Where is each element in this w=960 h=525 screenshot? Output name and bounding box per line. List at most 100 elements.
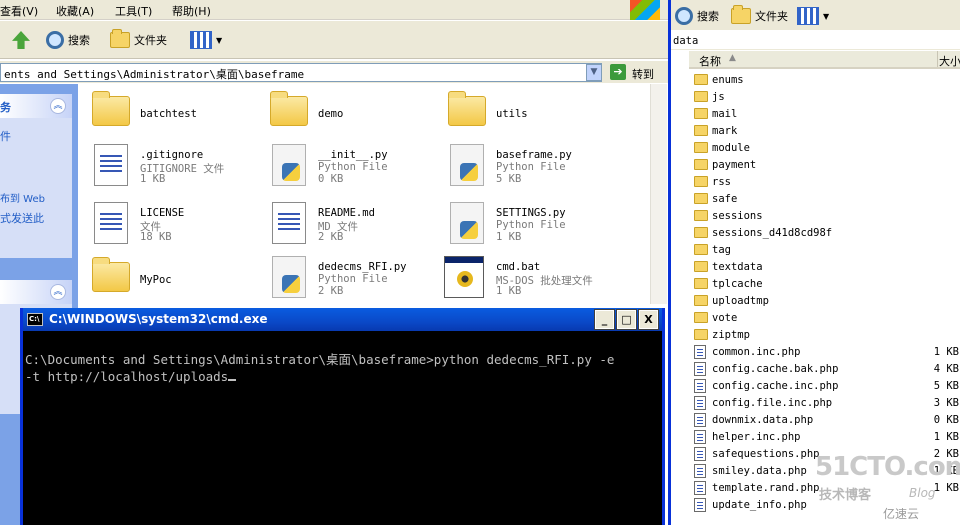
right-address-input[interactable]: data	[671, 32, 960, 50]
right-toolbar: 搜索 文件夹 ▼	[671, 0, 960, 30]
views-button[interactable]: ▼	[190, 29, 222, 51]
list-item[interactable]: sessions_d41d8cd98f	[689, 225, 960, 242]
folder-icon	[694, 295, 708, 306]
cmd-title-bar[interactable]: C:\ C:\WINDOWS\system32\cmd.exe _ □ X	[23, 308, 662, 331]
search-label: 搜索	[68, 34, 90, 47]
file-size: 1 KB	[496, 285, 522, 297]
file-item[interactable]: dedecms_RFI.py Python File 2 KB	[258, 254, 434, 304]
list-item[interactable]: mail	[689, 106, 960, 123]
list-item[interactable]: js	[689, 89, 960, 106]
list-item[interactable]: helper.inc.php 1 KB	[689, 429, 960, 446]
column-divider[interactable]	[937, 51, 938, 67]
folders-button[interactable]: 文件夹	[110, 29, 167, 51]
list-item[interactable]: tag	[689, 242, 960, 259]
collapse-chevron-icon[interactable]: ︽	[50, 284, 66, 300]
close-button[interactable]: X	[638, 309, 659, 330]
item-name: js	[712, 91, 725, 103]
task-pane-title: 务	[0, 101, 11, 114]
item-name: payment	[712, 159, 757, 171]
column-name-header[interactable]: 名称	[699, 53, 721, 69]
file-size: 1 KB	[496, 231, 522, 243]
file-item[interactable]: __init__.py Python File 0 KB	[258, 142, 434, 192]
folder-icon	[694, 278, 708, 289]
file-item[interactable]: SETTINGS.py Python File 1 KB	[436, 200, 612, 250]
task-item[interactable]: 件	[0, 128, 11, 144]
menu-favorites[interactable]: 收藏(A)	[56, 3, 94, 19]
minimize-button[interactable]: _	[594, 309, 615, 330]
vertical-scrollbar[interactable]	[650, 84, 667, 304]
list-item[interactable]: downmix.data.php 0 KB	[689, 412, 960, 429]
list-item[interactable]: uploadtmp	[689, 293, 960, 310]
task-pane-header[interactable]: 务 ︽	[0, 94, 72, 118]
menu-help[interactable]: 帮助(H)	[172, 3, 211, 19]
file-list-area: batchtest demo utils .gitignore GITIGNORE 文件…	[80, 84, 666, 304]
file-item[interactable]: MyPoc	[80, 254, 256, 304]
list-item[interactable]: rss	[689, 174, 960, 191]
up-arrow-icon	[12, 31, 30, 49]
php-file-icon	[694, 413, 706, 427]
right-folders-button[interactable]: 文件夹	[731, 5, 788, 27]
chevron-down-icon: ▼	[823, 11, 830, 21]
document-icon	[94, 202, 128, 244]
go-arrow-icon[interactable]: ➔	[610, 64, 626, 80]
windows-logo-icon	[630, 0, 660, 20]
folder-icon	[448, 91, 486, 126]
file-name: batchtest	[140, 108, 197, 120]
folder-icon	[694, 329, 708, 340]
file-item[interactable]: baseframe.py Python File 5 KB	[436, 142, 612, 192]
file-name: .gitignore	[140, 149, 204, 161]
file-item[interactable]: README.md MD 文件 2 KB	[258, 200, 434, 250]
item-name: tplcache	[712, 278, 763, 290]
right-search-button[interactable]: 搜索	[675, 5, 719, 27]
list-item[interactable]: config.file.inc.php 3 KB	[689, 395, 960, 412]
cmd-console[interactable]: C:\Documents and Settings\Administrator\…	[23, 331, 662, 525]
item-size: 4 KB	[933, 363, 959, 375]
up-folder-button[interactable]	[12, 29, 30, 51]
item-name: config.cache.inc.php	[712, 380, 839, 392]
list-item[interactable]: config.cache.bak.php 4 KB	[689, 361, 960, 378]
list-item[interactable]: safe	[689, 191, 960, 208]
list-item[interactable]: common.inc.php 1 KB	[689, 344, 960, 361]
file-item[interactable]: batchtest	[80, 88, 256, 138]
list-item[interactable]: vote	[689, 310, 960, 327]
file-item[interactable]: LICENSE 文件 18 KB	[80, 200, 256, 250]
task-item-send[interactable]: 式发送此	[0, 210, 44, 226]
folder-icon	[92, 91, 130, 126]
collapse-chevron-icon[interactable]: ︽	[50, 98, 66, 114]
item-name: ziptmp	[712, 329, 750, 341]
task-pane-header-2[interactable]: ︽	[0, 280, 72, 304]
go-button[interactable]: 转到	[632, 66, 654, 82]
maximize-button[interactable]: □	[616, 309, 637, 330]
file-item[interactable]: .gitignore GITIGNORE 文件 1 KB	[80, 142, 256, 192]
list-item[interactable]: mark	[689, 123, 960, 140]
address-dropdown-button[interactable]: ▼	[586, 64, 602, 81]
list-item[interactable]: module	[689, 140, 960, 157]
address-input[interactable]: ents and Settings\Administrator\桌面\basef…	[0, 63, 602, 82]
item-name: mail	[712, 108, 738, 120]
right-views-button[interactable]: ▼	[797, 5, 829, 27]
file-size: 2 KB	[318, 285, 344, 297]
list-item[interactable]: enums	[689, 72, 960, 89]
menu-tools[interactable]: 工具(T)	[115, 3, 152, 19]
cmd-title: C:\WINDOWS\system32\cmd.exe	[49, 312, 268, 326]
right-folders-label: 文件夹	[755, 10, 788, 23]
file-item[interactable]: demo	[258, 88, 434, 138]
list-item[interactable]: payment	[689, 157, 960, 174]
column-size-header[interactable]: 大小	[939, 53, 960, 69]
list-item[interactable]: tplcache	[689, 276, 960, 293]
file-item[interactable]: utils	[436, 88, 612, 138]
search-button[interactable]: 搜索	[46, 29, 90, 51]
item-name: textdata	[712, 261, 763, 273]
list-item[interactable]: ziptmp	[689, 327, 960, 344]
list-item[interactable]: sessions	[689, 208, 960, 225]
item-name: common.inc.php	[712, 346, 801, 358]
watermark: 51CTO.com 技术博客 Blog 亿速云	[815, 452, 960, 525]
list-item[interactable]: config.cache.inc.php 5 KB	[689, 378, 960, 395]
list-item[interactable]: textdata	[689, 259, 960, 276]
item-name: sessions	[712, 210, 763, 222]
file-item[interactable]: cmd.bat MS-DOS 批处理文件 1 KB	[436, 254, 612, 304]
item-name: enums	[712, 74, 744, 86]
task-item-publish-web[interactable]: 布到 Web	[0, 190, 45, 205]
menu-view[interactable]: 查看(V)	[0, 3, 38, 19]
document-icon	[272, 202, 306, 244]
